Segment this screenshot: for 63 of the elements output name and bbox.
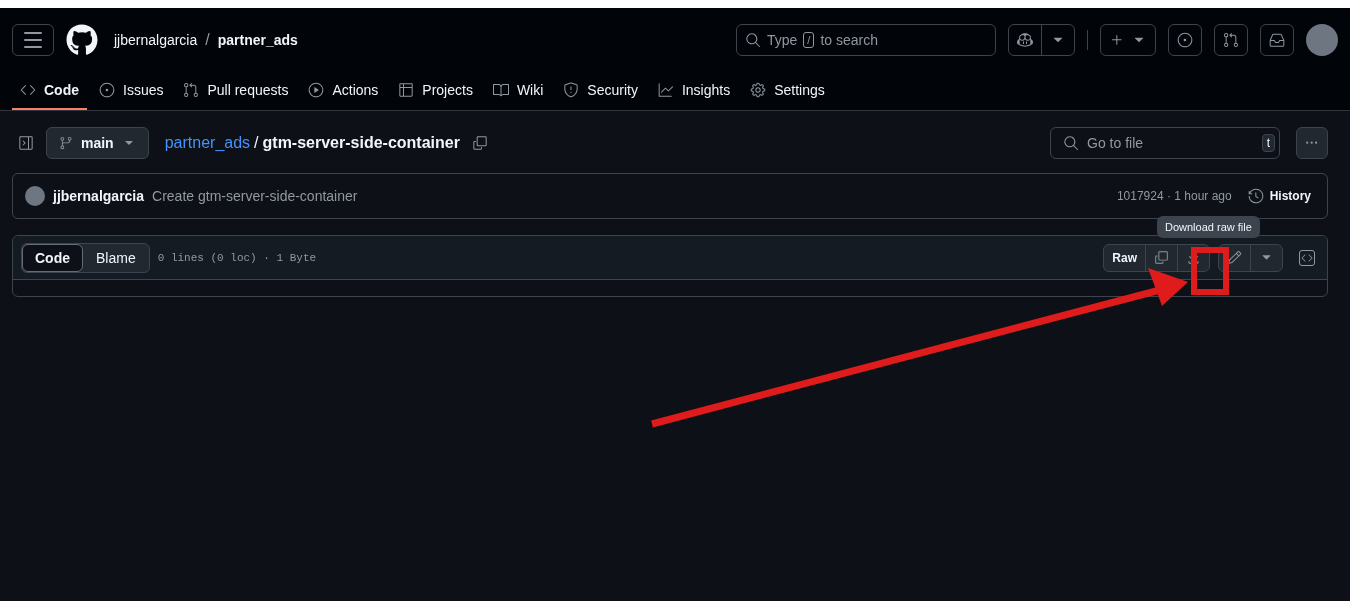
copy-icon [471, 135, 488, 151]
repo-tab[interactable]: Issues [91, 72, 172, 110]
sidebar-icon [18, 135, 34, 151]
pencil-icon [1227, 250, 1242, 265]
repo-tab[interactable]: Insights [649, 72, 739, 110]
file-info: 0 lines (0 loc) · 1 Byte [157, 251, 317, 264]
repo-tab[interactable]: Projects [390, 72, 481, 110]
shortcut-key: t [1261, 134, 1275, 152]
branch-selector[interactable]: main [46, 127, 149, 159]
search-icon [745, 32, 761, 48]
highlight-rectangle [1191, 247, 1229, 295]
tab-icon [563, 82, 580, 98]
issues-button[interactable] [1168, 24, 1202, 56]
copy-icon [1154, 250, 1169, 265]
repo-tab[interactable]: Settings [742, 72, 833, 110]
create-new-button[interactable] [1100, 24, 1156, 56]
go-to-file-field[interactable]: Go to file t [1050, 127, 1280, 159]
pull-requests-button[interactable] [1214, 24, 1248, 56]
shortcut-key: / [803, 32, 815, 48]
commit-meta[interactable]: 1017924 · 1 hour ago [1116, 189, 1232, 203]
repo-tab[interactable]: Actions [300, 72, 387, 110]
search-icon [1063, 135, 1079, 151]
code-square-icon [1299, 249, 1315, 266]
owner-link[interactable]: jjbernalgarcia [114, 32, 198, 48]
file-name: gtm-server-side-container [262, 134, 460, 152]
inbox-button[interactable] [1260, 24, 1294, 56]
repo-tab[interactable]: Security [555, 72, 646, 110]
sidebar-toggle-button[interactable] [18, 135, 34, 151]
view-mode-toggle[interactable]: Blame [83, 243, 149, 272]
octocat-logo-icon[interactable] [66, 24, 98, 56]
tab-icon [750, 82, 767, 98]
issue-icon [1177, 32, 1193, 48]
search-field[interactable]: Type / to search [736, 24, 996, 56]
tab-icon [308, 82, 325, 98]
tab-icon [398, 82, 415, 98]
repo-tab[interactable]: Code [12, 72, 87, 110]
copy-path-button[interactable] [471, 135, 488, 151]
repo-tab[interactable]: Wiki [484, 72, 552, 110]
tooltip: Download raw file [1157, 216, 1260, 238]
repo-tab[interactable]: Pull requests [175, 72, 297, 110]
plus-icon [1109, 32, 1125, 48]
tab-icon [657, 82, 674, 98]
tab-icon [183, 82, 200, 98]
breadcrumb-separator: / [205, 31, 210, 49]
tab-icon [99, 82, 115, 98]
tab-icon [492, 82, 509, 98]
branch-icon [59, 136, 73, 150]
path-separator: / [254, 134, 259, 152]
tab-icon [20, 82, 36, 98]
author-avatar [25, 186, 45, 206]
commit-author[interactable]: jjbernalgarcia [53, 188, 145, 204]
history-link[interactable]: History [1247, 188, 1311, 204]
pull-request-icon [1223, 32, 1239, 48]
history-icon [1247, 188, 1264, 204]
symbols-button[interactable] [1299, 249, 1315, 266]
inbox-icon [1269, 32, 1285, 48]
path-link[interactable]: partner_ads [164, 134, 251, 152]
copilot-icon [1017, 32, 1033, 48]
user-avatar[interactable] [1306, 24, 1338, 56]
view-mode-toggle[interactable]: Code [22, 243, 83, 272]
menu-button[interactable] [12, 24, 54, 56]
repo-link[interactable]: partner_ads [217, 32, 298, 48]
commit-message[interactable]: Create gtm-server-side-container [152, 188, 358, 204]
